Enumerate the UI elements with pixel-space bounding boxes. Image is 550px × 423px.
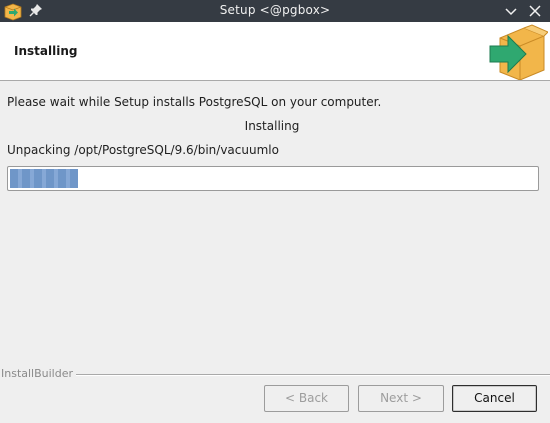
brand-label: InstallBuilder [1, 367, 77, 380]
next-button[interactable]: Next > [358, 385, 444, 412]
installer-box-arrow-icon [489, 24, 548, 80]
footer-divider [74, 374, 550, 376]
setup-window: Setup <@pgbox> Installing Please wait wh… [0, 0, 550, 423]
install-progress-bar [7, 166, 539, 191]
status-text: Installing [244, 119, 300, 133]
chevron-down-icon[interactable] [503, 3, 519, 19]
title-bar[interactable]: Setup <@pgbox> [0, 0, 550, 22]
page-header: Installing [0, 22, 550, 81]
wait-message: Please wait while Setup installs Postgre… [7, 95, 382, 109]
close-icon[interactable] [527, 3, 543, 19]
progress-fill [10, 169, 78, 188]
current-file-text: Unpacking /opt/PostgreSQL/9.6/bin/vacuum… [7, 143, 279, 157]
page-title: Installing [14, 44, 78, 58]
back-button[interactable]: < Back [264, 385, 349, 412]
cancel-button[interactable]: Cancel [452, 385, 537, 412]
window-title: Setup <@pgbox> [219, 3, 331, 17]
